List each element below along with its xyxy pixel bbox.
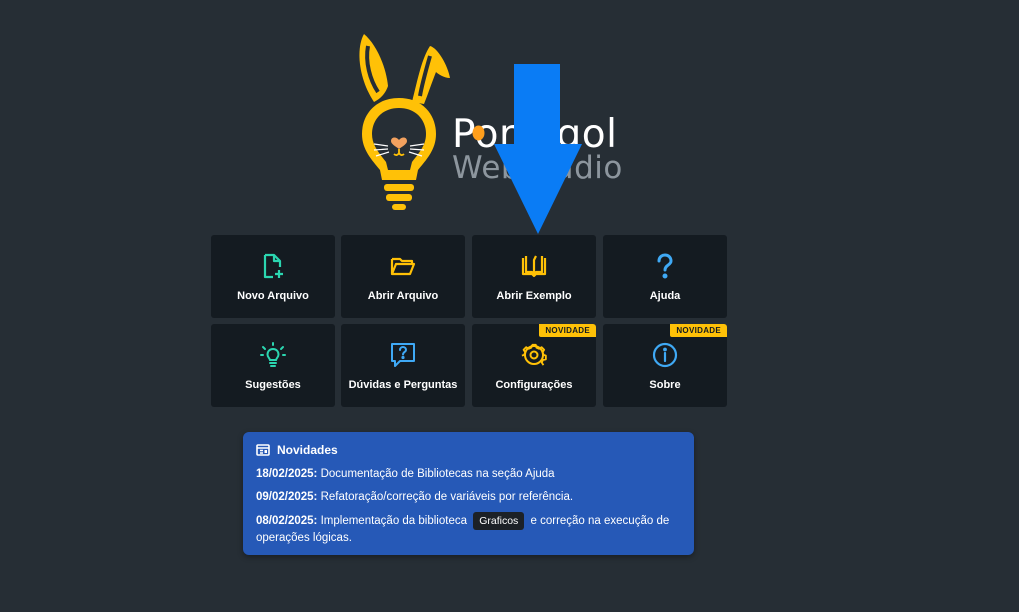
tile-label: Configurações bbox=[495, 379, 573, 391]
news-text: Implementação da biblioteca bbox=[320, 515, 467, 527]
settings-tile[interactable]: Configurações NOVIDADE bbox=[472, 324, 596, 407]
news-text: Refatoração/correção de variáveis por re… bbox=[320, 491, 574, 503]
help-tile[interactable]: Ajuda bbox=[603, 235, 727, 318]
new-badge: NOVIDADE bbox=[670, 324, 727, 337]
tile-label: Novo Arquivo bbox=[237, 290, 309, 302]
info-icon bbox=[652, 342, 678, 368]
tile-label: Dúvidas e Perguntas bbox=[348, 379, 458, 391]
about-tile[interactable]: Sobre NOVIDADE bbox=[603, 324, 727, 407]
new-badge: NOVIDADE bbox=[539, 324, 596, 337]
gear-icon bbox=[521, 343, 547, 366]
news-date: 09/02/2025: bbox=[256, 491, 318, 503]
new-file-icon bbox=[263, 253, 283, 279]
library-tag: Graficos bbox=[473, 512, 525, 530]
news-item: 08/02/2025: Implementação da biblioteca … bbox=[256, 512, 681, 547]
down-arrow-annotation bbox=[494, 64, 582, 234]
news-item: 18/02/2025: Documentação de Bibliotecas … bbox=[256, 466, 681, 483]
news-item: 09/02/2025: Refatoração/correção de vari… bbox=[256, 489, 681, 506]
news-header: Novidades bbox=[256, 443, 681, 457]
news-date: 18/02/2025: bbox=[256, 468, 318, 480]
open-example-tile[interactable]: Abrir Exemplo bbox=[472, 235, 596, 318]
tile-label: Abrir Arquivo bbox=[367, 290, 439, 302]
folder-open-icon bbox=[390, 257, 416, 276]
tile-label: Sobre bbox=[649, 379, 681, 391]
news-panel: Novidades 18/02/2025: Documentação de Bi… bbox=[243, 432, 694, 555]
question-chat-icon bbox=[391, 343, 415, 367]
news-title: Novidades bbox=[277, 443, 338, 457]
lightbulb-icon bbox=[260, 342, 286, 367]
book-open-icon bbox=[521, 255, 547, 278]
tile-label: Sugestões bbox=[245, 379, 301, 391]
question-icon bbox=[657, 253, 673, 279]
tile-label: Abrir Exemplo bbox=[496, 290, 572, 302]
newspaper-icon bbox=[256, 444, 270, 456]
questions-tile[interactable]: Dúvidas e Perguntas bbox=[341, 324, 465, 407]
news-text: Documentação de Bibliotecas na seção Aju… bbox=[320, 468, 555, 480]
open-file-tile[interactable]: Abrir Arquivo bbox=[341, 235, 465, 318]
quick-actions-grid: Novo Arquivo Abrir Arquivo Abrir Exemplo… bbox=[211, 235, 727, 408]
new-file-tile[interactable]: Novo Arquivo bbox=[211, 235, 335, 318]
tile-label: Ajuda bbox=[649, 290, 681, 302]
suggestions-tile[interactable]: Sugestões bbox=[211, 324, 335, 407]
news-date: 08/02/2025: bbox=[256, 515, 318, 527]
egg-icon bbox=[472, 125, 485, 141]
